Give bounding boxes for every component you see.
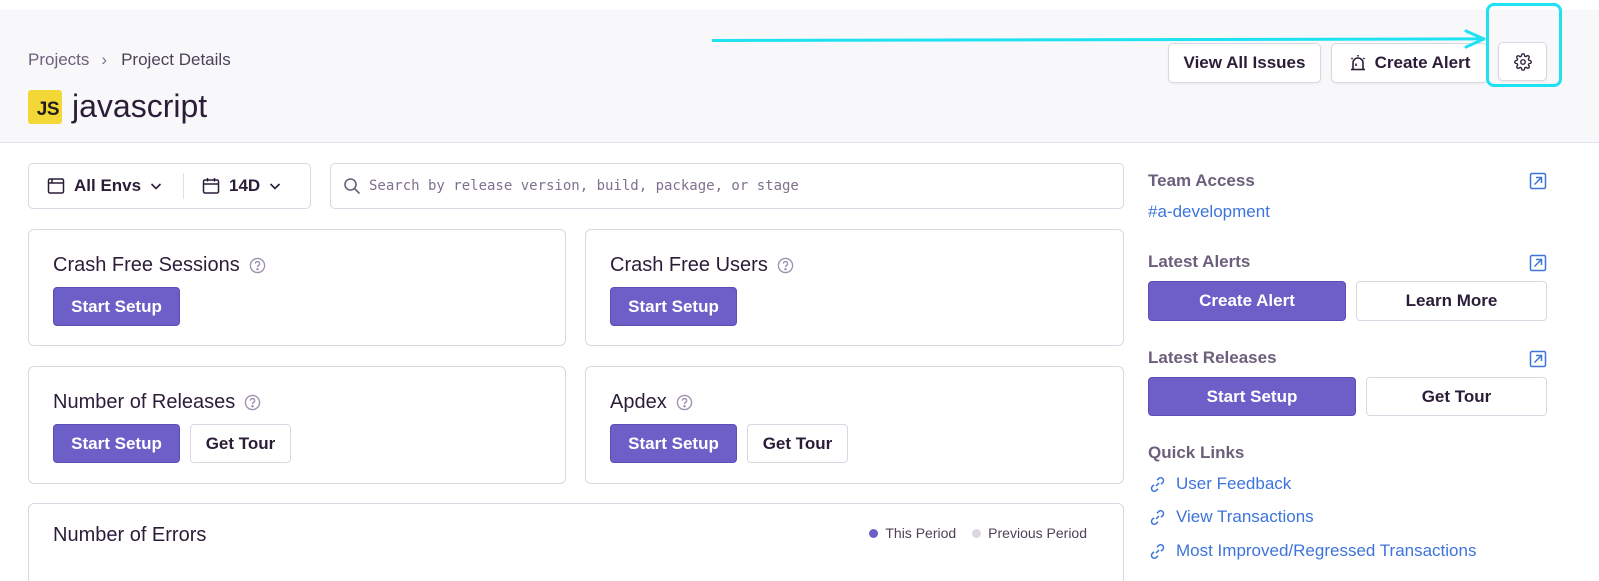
card-title-text: Apdex (610, 391, 667, 413)
breadcrumb-separator: › (101, 50, 108, 69)
crash-free-sessions-card: Crash Free Sessions Start Setup (28, 229, 566, 346)
number-of-releases-card: Number of Releases Start Setup Get Tour (28, 366, 566, 484)
apdex-title: Apdex (610, 391, 693, 414)
view-all-issues-button[interactable]: View All Issues (1168, 43, 1321, 83)
calendar-icon (202, 178, 220, 194)
quick-link-most-improved-transactions[interactable]: Most Improved/Regressed Transactions (1148, 541, 1476, 561)
legend-dot (972, 528, 982, 538)
environment-filter-label: All Envs (74, 176, 142, 195)
question-icon[interactable] (777, 257, 794, 274)
number-of-releases-title: Number of Releases (53, 391, 261, 414)
question-icon[interactable] (249, 257, 266, 274)
open-in-new-icon[interactable] (1529, 254, 1547, 272)
latest-releases-heading: Latest Releases (1148, 348, 1277, 367)
apdex-card: Apdex Start Setup Get Tour (585, 366, 1124, 484)
link-icon (1150, 476, 1165, 492)
crash-free-sessions-title: Crash Free Sessions (53, 254, 266, 277)
annotation-arrow-head (1464, 29, 1486, 49)
start-setup-button[interactable]: Start Setup (53, 424, 180, 463)
crash-free-users-title: Crash Free Users (610, 254, 794, 277)
card-title-text: Crash Free Users (610, 254, 768, 276)
team-link[interactable]: #a-development (1148, 202, 1270, 222)
siren-icon (1350, 55, 1365, 71)
legend-label: This Period (885, 525, 957, 541)
sidebar-start-setup-button[interactable]: Start Setup (1148, 377, 1356, 416)
number-of-errors-chart-card: Number of Errors This Period Previous Pe… (28, 503, 1124, 581)
page-filters: All Envs 14D (28, 163, 311, 209)
date-range-filter-label: 14D (229, 176, 261, 195)
quick-links-heading: Quick Links (1148, 443, 1245, 462)
get-tour-button[interactable]: Get Tour (190, 424, 291, 463)
project-name: javascript (72, 88, 208, 124)
crash-free-users-card: Crash Free Users Start Setup (585, 229, 1124, 346)
legend-this-period[interactable]: This Period (869, 525, 956, 541)
legend-previous-period[interactable]: Previous Period (972, 525, 1087, 541)
open-in-new-icon[interactable] (1529, 172, 1547, 190)
sidebar-get-tour-button[interactable]: Get Tour (1366, 377, 1547, 416)
quick-link-user-feedback[interactable]: User Feedback (1148, 474, 1291, 494)
breadcrumb-current: Project Details (121, 50, 231, 69)
breadcrumb-projects-link[interactable]: Projects (28, 50, 89, 70)
team-access-heading: Team Access (1148, 171, 1255, 190)
chevron-down-icon (151, 183, 162, 190)
breadcrumb: Projects › Project Details (28, 50, 231, 70)
project-header: Projects › Project Details JS javascript… (0, 10, 1599, 143)
legend-dot (869, 528, 879, 538)
get-tour-button[interactable]: Get Tour (747, 424, 848, 463)
search-icon (344, 178, 361, 195)
open-in-new-icon[interactable] (1529, 350, 1547, 368)
number-of-errors-title: Number of Errors (53, 524, 207, 546)
release-search (330, 163, 1124, 209)
quick-link-label: Most Improved/Regressed Transactions (1176, 541, 1477, 560)
date-range-filter[interactable]: 14D (184, 176, 281, 196)
chevron-down-icon (270, 183, 281, 190)
chart-legend: This Period Previous Period (853, 525, 1087, 541)
javascript-platform-icon: JS (28, 89, 62, 124)
latest-alerts-heading: Latest Alerts (1148, 252, 1251, 271)
start-setup-button[interactable]: Start Setup (610, 287, 737, 326)
question-icon[interactable] (244, 394, 261, 411)
learn-more-button[interactable]: Learn More (1356, 281, 1547, 321)
question-icon[interactable] (676, 394, 693, 411)
start-setup-button[interactable]: Start Setup (53, 287, 180, 326)
page-title: JS javascript (28, 88, 207, 125)
create-alert-label: Create Alert (1374, 53, 1471, 72)
annotation-highlight-box (1486, 3, 1562, 87)
quick-link-label: User Feedback (1176, 474, 1292, 493)
sidebar-create-alert-button[interactable]: Create Alert (1148, 281, 1346, 321)
quick-link-label: View Transactions (1176, 507, 1314, 526)
window-icon (47, 178, 65, 194)
quick-link-view-transactions[interactable]: View Transactions (1148, 507, 1314, 527)
card-title-text: Crash Free Sessions (53, 254, 240, 276)
start-setup-button[interactable]: Start Setup (610, 424, 737, 463)
card-title-text: Number of Releases (53, 391, 236, 413)
legend-label: Previous Period (988, 525, 1087, 541)
link-icon (1150, 543, 1165, 559)
environment-filter[interactable]: All Envs (29, 173, 184, 199)
release-search-input[interactable] (369, 178, 1109, 194)
link-icon (1150, 509, 1165, 525)
